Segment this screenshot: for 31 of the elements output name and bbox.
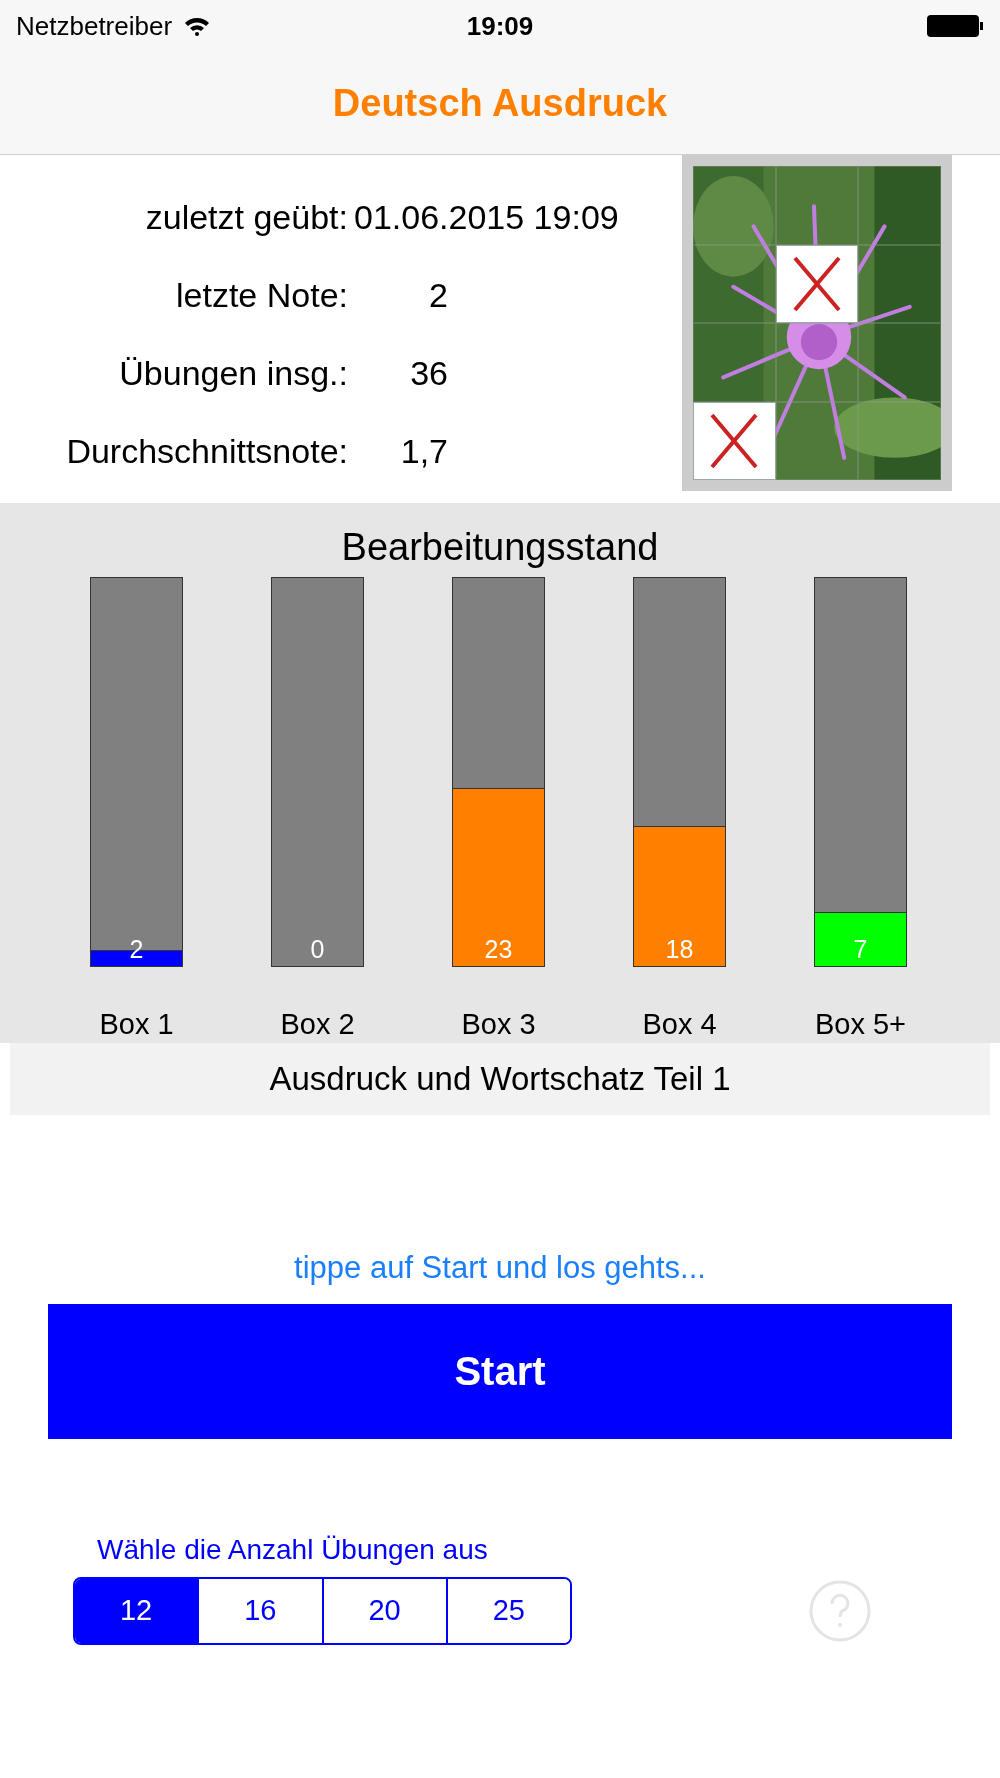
help-icon[interactable] bbox=[809, 1579, 871, 1642]
stat-label: Übungen insg.: bbox=[118, 353, 348, 394]
stat-value: 36 bbox=[409, 353, 448, 394]
box-label: Box 3 bbox=[461, 1007, 536, 1042]
progress-title: Bearbeitungsstand bbox=[341, 525, 659, 569]
stat-value: 1,7 bbox=[399, 431, 448, 472]
stat-label: Durchschnittsnote: bbox=[65, 431, 348, 472]
stat-label: letzte Note: bbox=[175, 275, 348, 316]
bar-count: 18 bbox=[664, 934, 695, 964]
unit-title: Ausdruck und Wortschatz Teil 1 bbox=[269, 1059, 731, 1100]
picker-label: Wähle die Anzahl Übungen aus bbox=[97, 1533, 488, 1565]
cross-icon bbox=[791, 255, 843, 312]
carrier-name: Netzbetreiber bbox=[16, 9, 173, 43]
count-segment[interactable]: 12 bbox=[75, 1578, 198, 1643]
stat-label: zuletzt geübt: bbox=[144, 197, 348, 238]
clock: 19:09 bbox=[466, 9, 534, 43]
bar-count: 7 bbox=[852, 934, 869, 964]
bar-count: 0 bbox=[309, 934, 326, 964]
hint-text: tippe auf Start und los gehts... bbox=[294, 1249, 706, 1287]
wifi-icon bbox=[184, 16, 211, 36]
stat-value: 01.06.2015 19:09 bbox=[354, 197, 619, 238]
battery-icon bbox=[926, 14, 984, 38]
box-label: Box 1 bbox=[99, 1007, 174, 1042]
box-label: Box 5+ bbox=[814, 1007, 907, 1042]
box-label: Box 4 bbox=[642, 1007, 717, 1042]
stat-value: 2 bbox=[428, 275, 448, 316]
count-segment[interactable]: 25 bbox=[445, 1578, 570, 1643]
bar-count: 23 bbox=[483, 934, 514, 964]
start-button[interactable]: Start bbox=[48, 1303, 952, 1439]
box-label: Box 2 bbox=[280, 1007, 355, 1042]
screen-title: Deutsch Ausdruck bbox=[332, 80, 668, 126]
